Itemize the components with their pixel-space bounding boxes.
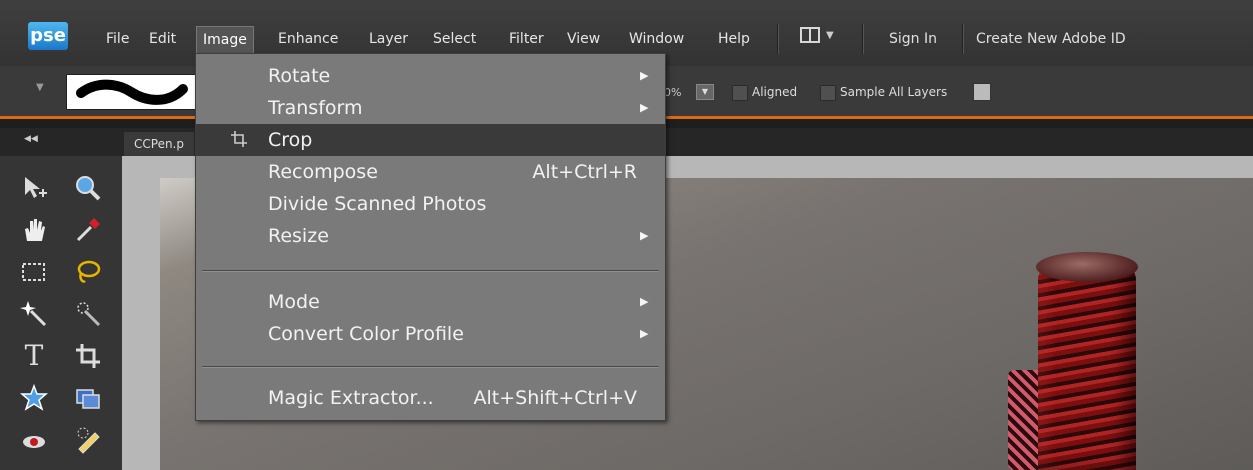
menu-layer[interactable]: Layer: [363, 26, 414, 52]
crop-icon: [231, 131, 247, 147]
aligned-checkbox[interactable]: [732, 85, 748, 101]
collapse-panel-icon[interactable]: ◀◀: [24, 134, 38, 144]
menu-help[interactable]: Help: [712, 26, 756, 52]
menu-item-resize[interactable]: Resize ▶: [196, 220, 665, 252]
submenu-arrow-icon: ▶: [640, 229, 649, 242]
sign-in-link[interactable]: Sign In: [883, 26, 943, 52]
straighten-tool-icon[interactable]: [72, 382, 104, 414]
menu-divider: [862, 24, 864, 54]
menu-item-divide-scanned-photos[interactable]: Divide Scanned Photos: [196, 188, 665, 220]
crop-tool-icon[interactable]: [72, 340, 104, 372]
aligned-label: Aligned: [752, 85, 798, 99]
menu-item-label: Crop: [268, 129, 313, 151]
submenu-arrow-icon: ▶: [640, 69, 649, 82]
document-tab[interactable]: CCPen.p: [124, 132, 194, 156]
opacity-field[interactable]: 0%: [664, 86, 681, 99]
submenu-arrow-icon: ▶: [640, 101, 649, 114]
menu-item-shortcut: Alt+Ctrl+R: [532, 161, 637, 183]
type-tool-icon[interactable]: T: [18, 340, 50, 372]
menu-item-recompose[interactable]: Recompose Alt+Ctrl+R: [196, 156, 665, 188]
brush-stroke-icon: [76, 79, 188, 105]
menu-item-label: Convert Color Profile: [268, 323, 464, 345]
menu-item-label: Rotate: [268, 65, 331, 87]
cookie-cutter-tool-icon[interactable]: [18, 382, 50, 414]
menu-item-convert-color-profile[interactable]: Convert Color Profile ▶: [196, 318, 665, 350]
menu-separator: [202, 270, 659, 272]
menu-separator: [202, 366, 659, 368]
chevron-down-icon[interactable]: ▼: [826, 30, 834, 41]
pen-cap-image: [1036, 252, 1138, 282]
create-adobe-id-link[interactable]: Create New Adobe ID: [970, 26, 1132, 52]
marquee-tool-icon[interactable]: [18, 256, 50, 288]
lasso-tool-icon[interactable]: [72, 256, 104, 288]
menu-file[interactable]: File: [100, 26, 135, 52]
sample-all-layers-label: Sample All Layers: [840, 85, 948, 99]
menu-item-label: Resize: [268, 225, 329, 247]
toolbox: T: [0, 156, 122, 470]
app-logo: pse: [28, 22, 68, 50]
menu-image[interactable]: Image: [196, 26, 254, 53]
menu-item-magic-extractor[interactable]: Magic Extractor... Alt+Shift+Ctrl+V: [196, 382, 665, 414]
spot-healing-tool-icon[interactable]: [72, 424, 104, 456]
menu-view[interactable]: View: [561, 26, 606, 52]
menu-item-transform[interactable]: Transform ▶: [196, 92, 665, 124]
magic-wand-tool-icon[interactable]: [18, 298, 50, 330]
layers-icon[interactable]: [973, 83, 991, 101]
eyedropper-tool-icon[interactable]: [72, 214, 104, 246]
pen-body-image: [1038, 262, 1136, 470]
menu-item-label: Divide Scanned Photos: [268, 193, 487, 215]
red-eye-tool-icon[interactable]: [18, 424, 50, 456]
menu-edit[interactable]: Edit: [143, 26, 182, 52]
image-menu-dropdown: Rotate ▶ Transform ▶ Crop Recompose Alt+…: [195, 53, 666, 421]
menu-item-crop[interactable]: Crop: [196, 124, 665, 156]
menu-item-mode[interactable]: Mode ▶: [196, 286, 665, 318]
pen-clip-image: [1008, 370, 1042, 470]
sample-all-layers-checkbox[interactable]: [820, 85, 836, 101]
menu-item-label: Mode: [268, 291, 320, 313]
menu-divider: [962, 24, 964, 54]
submenu-arrow-icon: ▶: [640, 327, 649, 340]
menu-enhance[interactable]: Enhance: [272, 26, 344, 52]
menu-item-label: Recompose: [268, 161, 378, 183]
menu-item-shortcut: Alt+Shift+Ctrl+V: [473, 387, 637, 409]
submenu-arrow-icon: ▶: [640, 295, 649, 308]
move-tool-icon[interactable]: [18, 172, 50, 204]
opacity-dropdown-icon[interactable]: ▼: [696, 84, 714, 100]
workspace-layout-icon[interactable]: [800, 27, 820, 43]
zoom-tool-icon[interactable]: [72, 172, 104, 204]
menu-divider: [777, 24, 779, 54]
quick-selection-tool-icon[interactable]: [72, 298, 104, 330]
menu-item-label: Transform: [268, 97, 363, 119]
menu-filter[interactable]: Filter: [503, 26, 550, 52]
menu-select[interactable]: Select: [427, 26, 482, 52]
brush-preview[interactable]: [66, 74, 196, 110]
menu-item-rotate[interactable]: Rotate ▶: [196, 60, 665, 92]
hand-tool-icon[interactable]: [18, 214, 50, 246]
menu-item-label: Magic Extractor...: [268, 387, 434, 409]
menu-window[interactable]: Window: [623, 26, 690, 52]
chevron-down-icon[interactable]: ▼: [36, 82, 44, 93]
